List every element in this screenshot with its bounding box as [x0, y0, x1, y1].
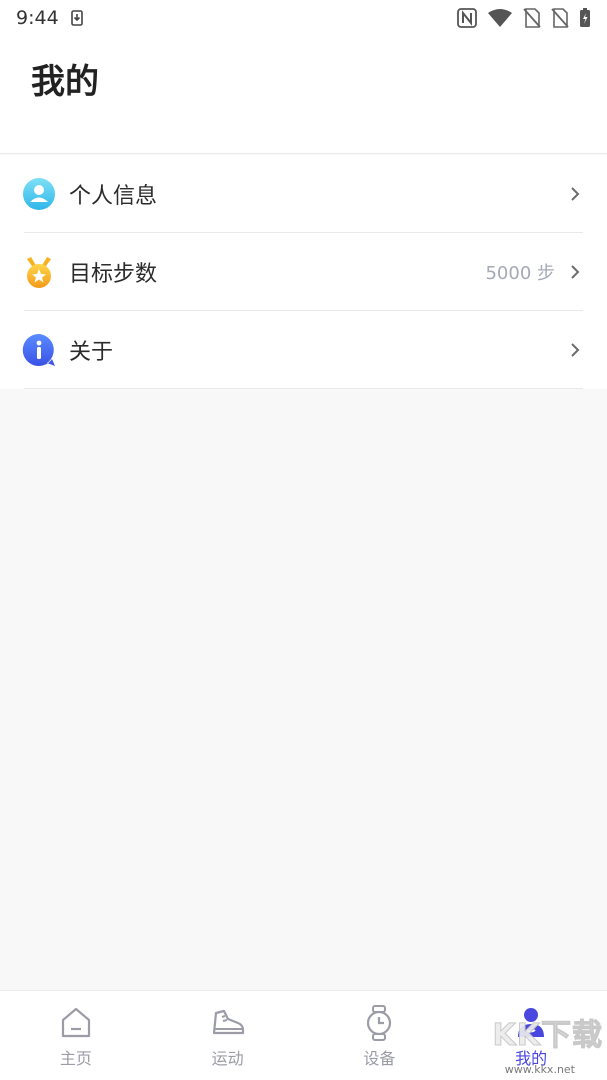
step-goal-value: 5000 步 — [485, 263, 555, 284]
app-screen: 9:44 我的 个人信息 目标步数 5000 步 关于 主页 运动 设备 我的 … — [0, 0, 607, 1080]
chevron-right-icon — [571, 265, 580, 279]
sneaker-icon — [212, 1009, 244, 1035]
nav-tab-exercise[interactable]: 运动 — [152, 991, 304, 1080]
profile-icon — [518, 1008, 545, 1037]
page-title: 我的 — [31, 62, 99, 102]
menu-item-about[interactable]: 关于 — [0, 311, 607, 389]
status-bar: 9:44 — [0, 0, 607, 36]
chevron-right-icon — [571, 187, 580, 201]
wifi-icon — [488, 9, 512, 27]
menu-item-label: 关于 — [69, 340, 114, 365]
bottom-navigation: 主页 运动 设备 我的 — [0, 990, 607, 1080]
user-profile-icon — [23, 178, 55, 210]
info-icon — [22, 333, 55, 366]
no-sim-2-icon — [551, 8, 569, 28]
menu-item-personal-info[interactable]: 个人信息 — [0, 155, 607, 233]
nav-tab-label: 运动 — [211, 1049, 244, 1068]
home-icon — [61, 1007, 90, 1038]
download-notification-icon — [70, 10, 83, 26]
menu-item-label: 个人信息 — [69, 184, 158, 209]
nav-tab-label: 我的 — [515, 1049, 548, 1068]
battery-charging-icon — [580, 8, 590, 27]
nfc-icon — [457, 8, 477, 28]
nav-tab-mine[interactable]: 我的 — [455, 991, 607, 1080]
watch-icon — [367, 1005, 392, 1041]
nav-tab-label: 设备 — [363, 1049, 396, 1068]
settings-menu: 个人信息 目标步数 5000 步 关于 — [0, 155, 607, 389]
menu-item-step-goal[interactable]: 目标步数 5000 步 — [0, 233, 607, 311]
nav-tab-label: 主页 — [59, 1049, 92, 1068]
medal-icon — [27, 257, 51, 288]
page-header: 我的 — [0, 36, 607, 154]
chevron-right-icon — [571, 343, 580, 357]
nav-tab-device[interactable]: 设备 — [304, 991, 456, 1080]
nav-tab-home[interactable]: 主页 — [0, 991, 152, 1080]
menu-item-label: 目标步数 — [69, 262, 158, 287]
no-sim-icon — [523, 8, 541, 28]
status-time: 9:44 — [16, 7, 59, 29]
